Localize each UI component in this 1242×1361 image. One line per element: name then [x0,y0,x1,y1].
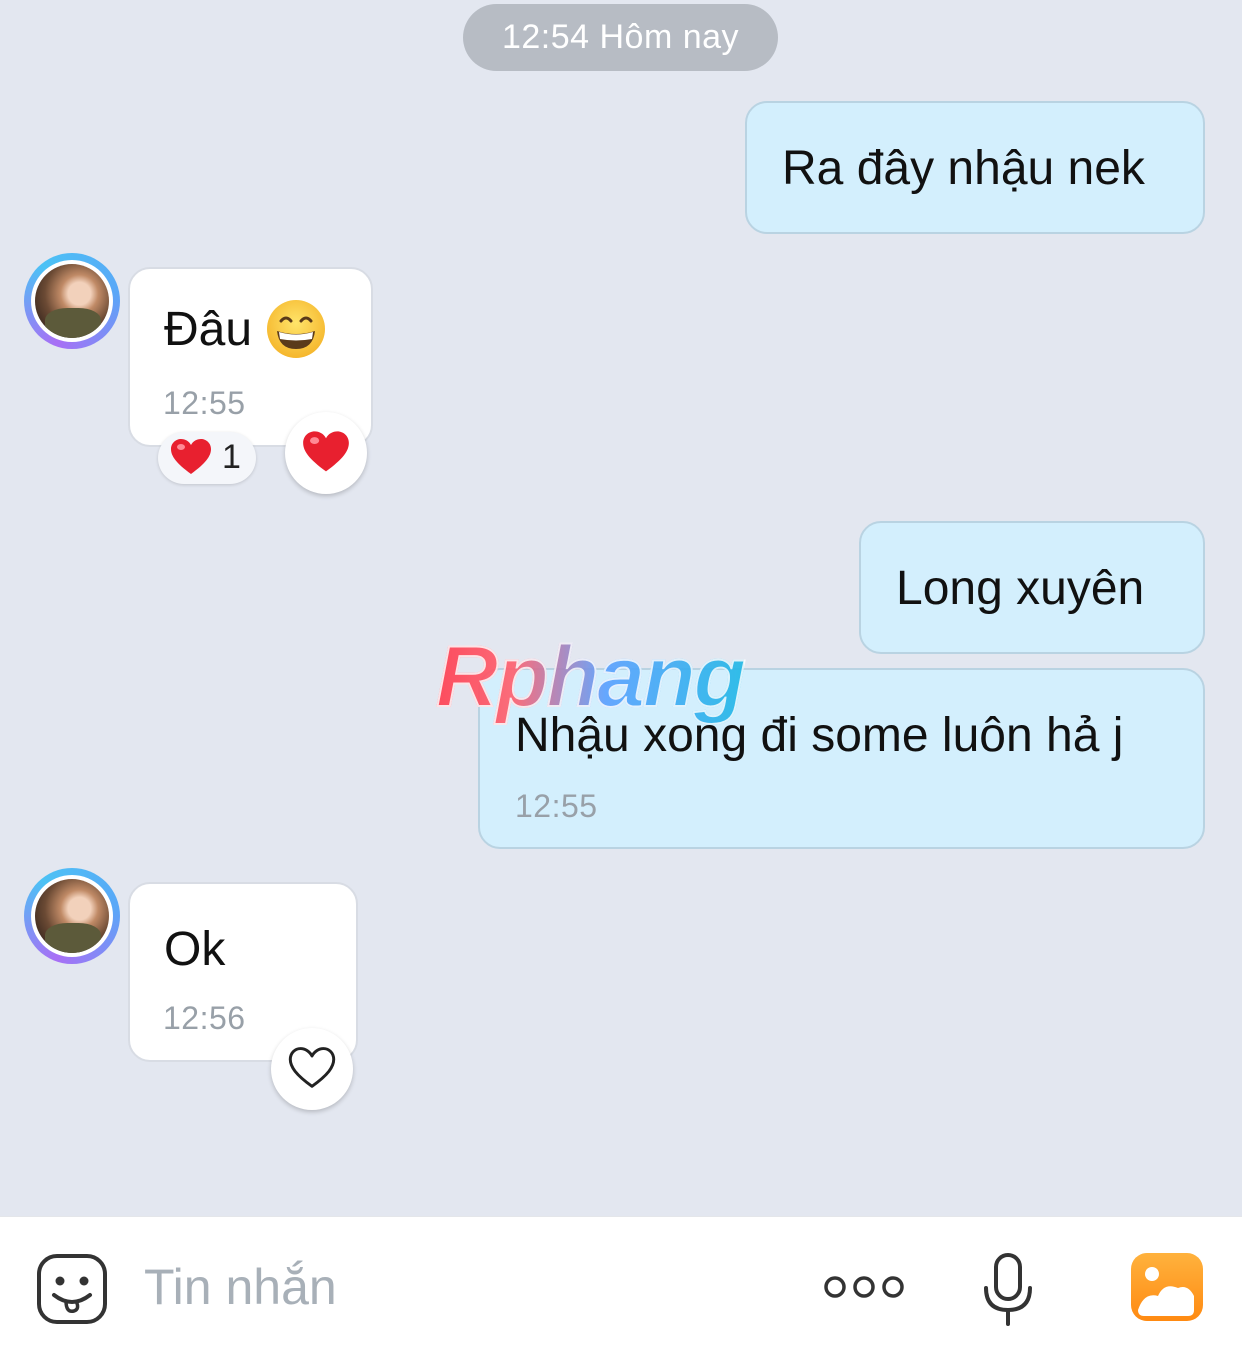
sticker-icon[interactable] [36,1253,108,1325]
more-options-icon[interactable] [822,1272,906,1302]
chat-area: 12:54 Hôm nay Ra đây nhậu nek Đâu 12:55 … [0,0,1242,1216]
react-button[interactable] [271,1028,353,1110]
reaction-summary[interactable]: 1 [158,432,256,484]
message-time: 12:56 [163,1000,246,1036]
heart-icon [171,439,211,474]
contact-avatar[interactable] [24,868,120,964]
message-bubble-outgoing[interactable]: Ra đây nhậu nek [745,101,1205,234]
contact-avatar[interactable] [24,253,120,349]
message-text: Ok [164,923,226,976]
date-separator: 12:54 Hôm nay [463,4,778,71]
message-time: 12:55 [515,788,598,824]
message-text: Đâu [164,302,253,356]
reaction-count: 1 [222,438,241,476]
message-text: Nhậu xong đi some luôn hả j [515,709,1124,762]
message-text: Long xuyên [896,562,1145,615]
microphone-icon[interactable] [982,1252,1034,1328]
message-input[interactable]: Tin nhắn [144,1258,337,1316]
message-text: Ra đây nhậu nek [782,142,1145,195]
message-bubble-outgoing[interactable]: Nhậu xong đi some luôn hả j 12:55 [478,668,1205,849]
heart-icon [303,431,349,472]
avatar-photo [35,264,109,338]
grinning-face-emoji [267,300,326,358]
message-time: 12:55 [163,385,246,421]
heart-outline-icon [288,1047,336,1088]
react-button[interactable] [285,412,367,494]
photo-gallery-icon[interactable] [1130,1252,1204,1322]
message-bubble-outgoing[interactable]: Long xuyên [859,521,1205,654]
avatar-photo [35,879,109,953]
